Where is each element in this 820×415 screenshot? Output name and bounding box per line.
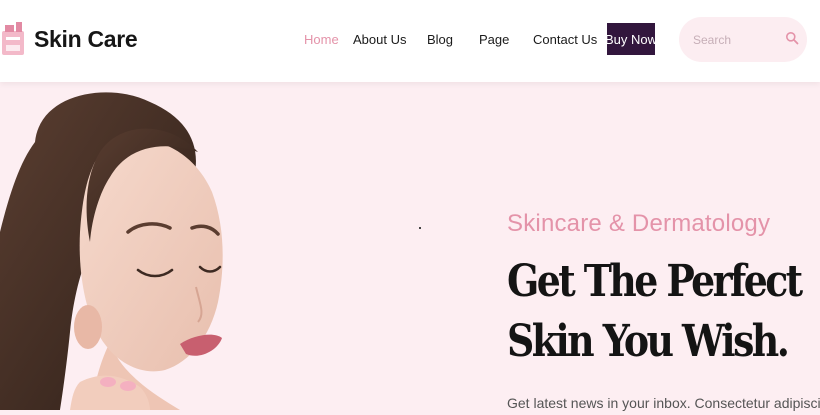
search-input[interactable]	[691, 30, 775, 50]
hero-subtext: Get latest news in your inbox. Consectet…	[507, 395, 820, 411]
nav-about-us[interactable]: About Us	[353, 32, 406, 47]
search-icon[interactable]	[785, 31, 799, 45]
hero-headline: Get The Perfect Skin You Wish.	[507, 252, 803, 372]
search-box	[679, 17, 807, 62]
nav-home[interactable]: Home	[304, 32, 339, 47]
nav-blog[interactable]: Blog	[427, 32, 453, 47]
buy-now-button[interactable]: Buy Now	[605, 23, 657, 55]
nav-page[interactable]: Page	[479, 32, 509, 47]
hero-headline-line2: Skin You Wish.	[507, 316, 790, 367]
decor-dot	[419, 227, 421, 229]
hero-headline-line1: Get The Perfect	[507, 256, 803, 307]
hero-eyebrow: Skincare & Dermatology	[507, 210, 771, 237]
nav-contact-us[interactable]: Contact Us	[533, 32, 597, 47]
hero-model-image	[0, 82, 300, 411]
site-header: Skin Care Home About Us Blog Page Contac…	[0, 0, 820, 82]
